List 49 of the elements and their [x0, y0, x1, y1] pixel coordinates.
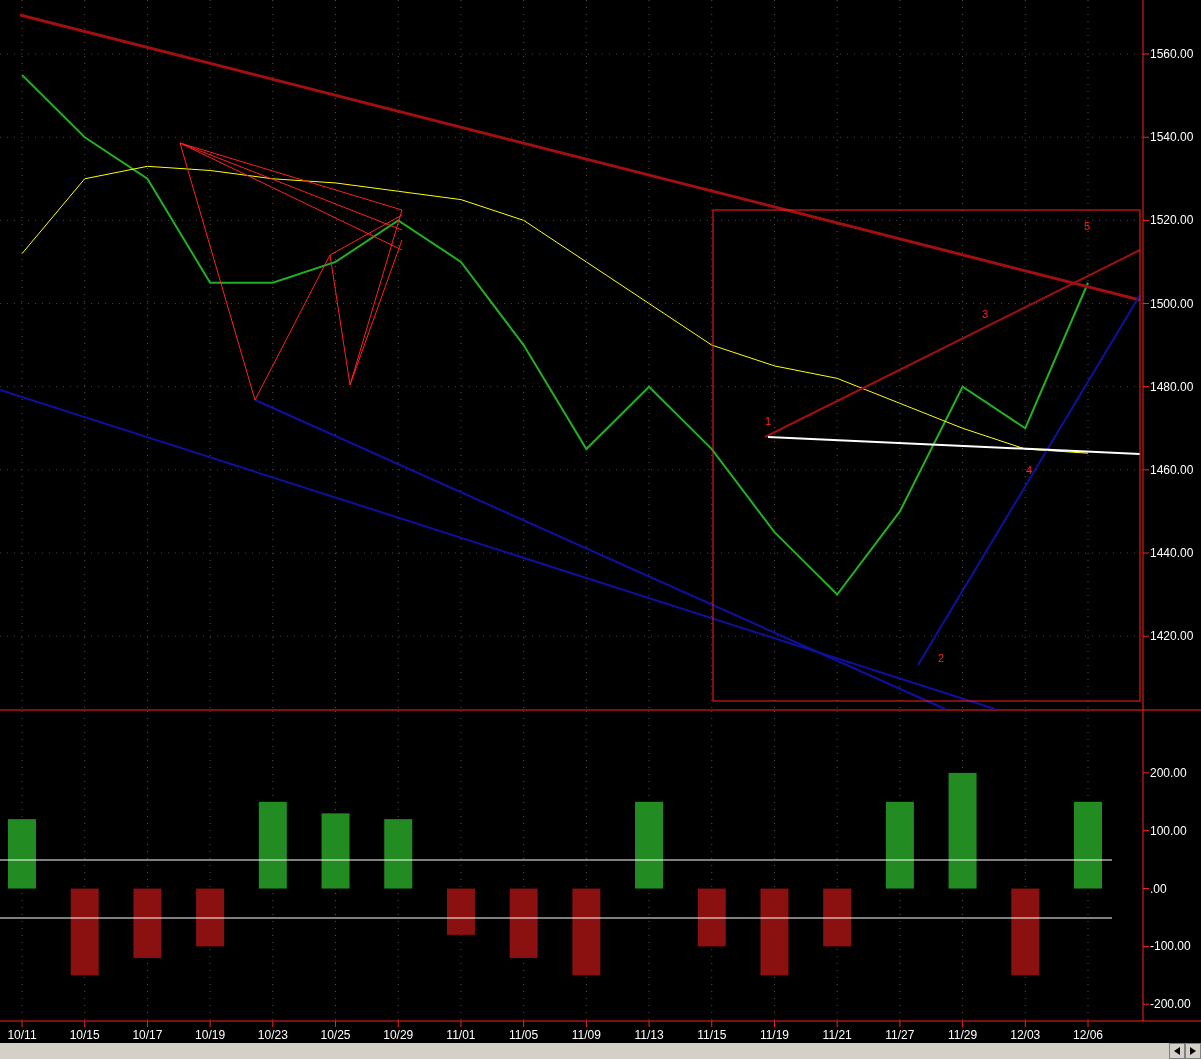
axis-label: 1480.00: [1150, 379, 1194, 394]
horizontal-scrollbar[interactable]: [0, 1043, 1201, 1059]
axis-label: 200.00: [1150, 765, 1187, 780]
axis-label: 11/01: [446, 1028, 476, 1042]
histogram-bar: [509, 888, 538, 958]
wave-label: 2: [938, 652, 945, 664]
axis-label: 12/03: [1010, 1028, 1041, 1042]
histogram-bar: [133, 888, 162, 958]
axis-label: 10/11: [7, 1028, 37, 1042]
scroll-right-button[interactable]: [1185, 1043, 1201, 1059]
axis-label: 11/29: [948, 1028, 978, 1042]
axis-label: .00: [1150, 881, 1167, 896]
axis-label: 10/19: [195, 1028, 226, 1042]
axis-label: 1420.00: [1150, 629, 1194, 644]
axis-label: 100.00: [1150, 823, 1187, 838]
axis-label: 10/17: [132, 1028, 163, 1042]
axis-label: 11/21: [822, 1028, 852, 1042]
histogram-bar: [446, 888, 475, 935]
histogram-bar: [8, 819, 36, 889]
histogram-bar: [196, 888, 225, 947]
axis-label: 1520.00: [1150, 213, 1194, 228]
axis-label: 11/05: [509, 1028, 539, 1042]
wave-label: 4: [1026, 464, 1033, 476]
axis-label: 11/15: [697, 1028, 727, 1042]
axis-label: 1560.00: [1150, 47, 1194, 62]
wave-label: 3: [982, 308, 989, 320]
histogram-bar: [384, 819, 413, 889]
axis-label: 10/15: [69, 1028, 100, 1042]
wave-label: 5: [1084, 220, 1091, 232]
axis-label: 1460.00: [1150, 462, 1194, 477]
axis-label: 10/25: [320, 1028, 351, 1042]
axis-label: 10/23: [257, 1028, 288, 1042]
axis-label: 1540.00: [1150, 130, 1194, 145]
wave-label: 1: [765, 415, 772, 427]
axis-label: 1500.00: [1150, 296, 1194, 311]
axis-label: 1440.00: [1150, 546, 1194, 560]
axis-label: 11/13: [634, 1028, 664, 1042]
axis-label: 12/06: [1073, 1028, 1103, 1042]
right-arrow-icon: [1190, 1047, 1196, 1055]
axis-label: 11/19: [759, 1028, 790, 1042]
axis-label: 11/09: [571, 1028, 601, 1042]
histogram-bar: [823, 888, 852, 947]
axis-label: 11/27: [885, 1028, 915, 1042]
left-arrow-icon: [1174, 1047, 1180, 1055]
axis-label: -100.00: [1150, 939, 1191, 954]
axis-label: -200.00: [1150, 997, 1191, 1012]
scroll-left-button[interactable]: [1169, 1043, 1185, 1059]
axis-label: 10/29: [383, 1028, 414, 1042]
histogram-bar: [697, 888, 726, 947]
